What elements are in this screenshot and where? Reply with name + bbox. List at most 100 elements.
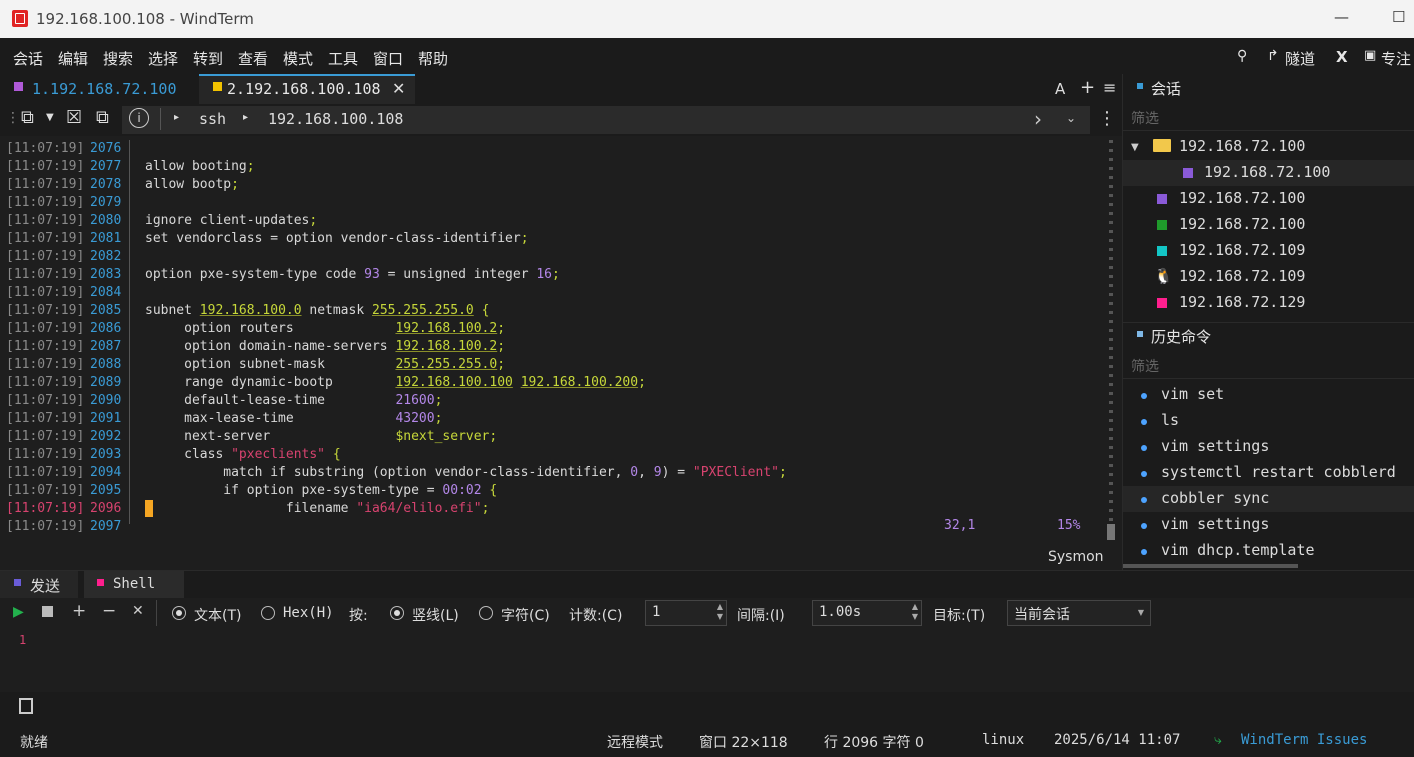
host-label[interactable]: 192.168.100.108: [268, 110, 403, 128]
minimap-scrollbar[interactable]: [1107, 140, 1115, 542]
session-folder[interactable]: 192.168.72.100: [1179, 137, 1305, 155]
menu-search[interactable]: 搜索: [103, 48, 133, 69]
bullet-icon: [1141, 445, 1147, 451]
chevron-down-icon[interactable]: ▼: [46, 112, 54, 123]
new-tab-button[interactable]: +: [1080, 77, 1095, 98]
hex-mode-label[interactable]: Hex(H): [283, 605, 334, 621]
divider: [1123, 378, 1414, 379]
duplicate-session-icon[interactable]: ⧉: [96, 107, 109, 128]
session-item[interactable]: 192.168.72.109: [1179, 267, 1305, 285]
stepper-arrows-icon[interactable]: ▲ ▼: [717, 602, 723, 622]
session-tab-bar: 1.192.168.72.100 2.192.168.100.108 ✕ A +…: [0, 74, 1122, 105]
new-session-icon[interactable]: ⧉: [21, 107, 34, 128]
session-item[interactable]: 192.168.72.129: [1179, 293, 1305, 311]
add-icon[interactable]: +: [72, 601, 86, 621]
vertical-label[interactable]: 竖线(L): [412, 605, 459, 625]
menu-view[interactable]: 查看: [238, 48, 268, 69]
menu-select[interactable]: 选择: [148, 48, 178, 69]
session-color-marker: [1157, 220, 1167, 230]
target-value: 当前会话: [1014, 607, 1070, 623]
send-editor[interactable]: 1: [0, 630, 1414, 693]
session-item[interactable]: 192.168.72.100: [1204, 163, 1330, 181]
text-mode-radio[interactable]: [172, 606, 186, 620]
history-item[interactable]: vim settings: [1161, 437, 1269, 455]
tab-session-2[interactable]: 2.192.168.100.108 ✕: [199, 74, 415, 104]
char-label[interactable]: 字符(C): [501, 605, 550, 625]
history-item[interactable]: systemctl restart cobblerd: [1161, 463, 1396, 481]
menu-window[interactable]: 窗口: [373, 48, 403, 69]
x-button[interactable]: X: [1336, 48, 1348, 66]
menu-mode[interactable]: 模式: [283, 48, 313, 69]
menu-edit[interactable]: 编辑: [58, 48, 88, 69]
tab-send[interactable]: 发送: [0, 571, 78, 599]
line-number: 2085: [90, 303, 122, 318]
history-item[interactable]: ls: [1161, 411, 1179, 429]
menu-tools[interactable]: 工具: [328, 48, 358, 69]
history-filter-input[interactable]: 筛选: [1131, 356, 1159, 376]
hex-mode-radio[interactable]: [261, 606, 275, 620]
issues-link[interactable]: WindTerm Issues: [1241, 732, 1367, 748]
play-icon[interactable]: ▶: [13, 604, 24, 620]
chevron-down-icon[interactable]: ▼: [1138, 608, 1144, 617]
menu-goto[interactable]: 转到: [193, 48, 223, 69]
tab-menu-button[interactable]: ≡: [1103, 78, 1116, 97]
code-text: match if substring (option vendor-class-…: [145, 465, 787, 480]
menu-help[interactable]: 帮助: [418, 48, 448, 69]
panel-toggle-icon[interactable]: [19, 698, 33, 714]
line-number: 2093: [90, 447, 122, 462]
section-marker: [1137, 331, 1143, 337]
close-session-icon[interactable]: ☒: [66, 107, 82, 128]
minimize-icon[interactable]: —: [1334, 8, 1349, 26]
target-select[interactable]: 当前会话 ▼: [1007, 600, 1151, 626]
history-item[interactable]: cobbler sync: [1161, 489, 1269, 507]
stepper-arrows-icon[interactable]: ▲ ▼: [912, 602, 918, 622]
protocol-label[interactable]: ssh: [199, 110, 226, 128]
session-color-marker: [1157, 246, 1167, 256]
char-radio[interactable]: [479, 606, 493, 620]
horizontal-scrollbar[interactable]: [1123, 564, 1298, 568]
more-options-icon[interactable]: ⋮: [1098, 108, 1116, 129]
line-number: 2078: [90, 177, 122, 192]
tab-shell[interactable]: Shell: [84, 571, 184, 599]
clear-icon[interactable]: ✕: [132, 603, 144, 619]
focus-button[interactable]: 专注: [1381, 48, 1411, 69]
chevron-down-icon[interactable]: ⌄: [1066, 111, 1076, 125]
history-item[interactable]: vim set: [1161, 385, 1224, 403]
history-item[interactable]: vim dhcp.template: [1161, 541, 1315, 559]
tab-session-1[interactable]: 1.192.168.72.100: [0, 74, 198, 104]
line-number: 2082: [90, 249, 122, 264]
session-item[interactable]: 192.168.72.100: [1179, 215, 1305, 233]
line-number: 2084: [90, 285, 122, 300]
vertical-radio[interactable]: [390, 606, 404, 620]
chevron-right-icon[interactable]: ›: [1034, 107, 1042, 131]
history-title[interactable]: 历史命令: [1151, 326, 1211, 347]
linux-penguin-icon: 🐧: [1154, 267, 1173, 285]
session-item[interactable]: 192.168.72.100: [1179, 189, 1305, 207]
maximize-icon[interactable]: ☐: [1392, 8, 1405, 26]
close-tab-icon[interactable]: ✕: [392, 79, 405, 98]
menu-session[interactable]: 会话: [13, 48, 43, 69]
count-stepper[interactable]: 1 ▲ ▼: [645, 600, 727, 626]
status-mode[interactable]: 远程模式: [607, 732, 663, 752]
font-size-button[interactable]: A: [1055, 80, 1065, 98]
session-item[interactable]: 192.168.72.109: [1179, 241, 1305, 259]
text-mode-label[interactable]: 文本(T): [194, 605, 241, 625]
history-item[interactable]: vim settings: [1161, 515, 1269, 533]
line-number: 2087: [90, 339, 122, 354]
search-icon[interactable]: ⚲: [1237, 48, 1247, 64]
timestamp: [11:07:19]: [6, 501, 85, 516]
sysmon-label[interactable]: Sysmon: [1048, 549, 1104, 565]
interval-stepper[interactable]: 1.00s ▲ ▼: [812, 600, 922, 626]
sessions-title[interactable]: 会话: [1151, 78, 1181, 99]
terminal-view[interactable]: [11:07:19] 2076 [11:07:19] 2077 allow bootin…: [0, 136, 1122, 570]
remove-icon[interactable]: −: [102, 601, 116, 621]
stop-icon[interactable]: [42, 606, 53, 617]
address-bar[interactable]: i ▸ ssh ▸ 192.168.100.108 › ⌄: [122, 106, 1090, 134]
tunnel-button[interactable]: 隧道: [1285, 48, 1315, 69]
divider: [156, 600, 157, 626]
info-icon[interactable]: i: [129, 108, 149, 128]
status-bar: 就绪 远程模式 窗口 22×118 行 2096 字符 0 linux 2025…: [0, 692, 1414, 757]
sessions-filter-input[interactable]: 筛选: [1131, 108, 1159, 128]
divider: [1123, 322, 1414, 323]
expand-triangle-icon[interactable]: ▼: [1131, 142, 1139, 153]
